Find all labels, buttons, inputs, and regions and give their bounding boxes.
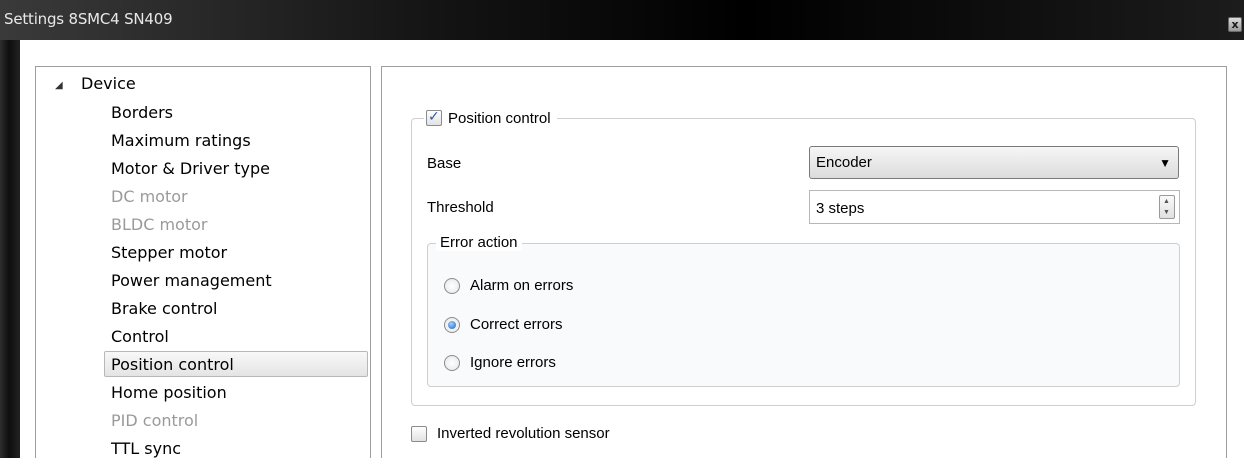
close-button[interactable]: x — [1228, 17, 1242, 32]
radio-ignore-errors[interactable]: Ignore errors — [444, 354, 556, 371]
window-frame-left — [0, 40, 20, 458]
error-action-title: Error action — [436, 234, 522, 251]
tree-item[interactable]: Motor & Driver type — [111, 159, 270, 179]
title-bar: Settings 8SMC4 SN409 x — [0, 0, 1244, 40]
radio-alarm-on-errors[interactable]: Alarm on errors — [444, 277, 573, 294]
threshold-label: Threshold — [427, 199, 494, 216]
inverted-revolution-sensor-checkbox[interactable] — [411, 425, 427, 442]
inverted-revolution-sensor-label: Inverted revolution sensor — [437, 425, 610, 442]
tree-collapse-arrow-icon[interactable]: ◢ — [55, 80, 63, 91]
tree-item-device[interactable]: Device — [81, 74, 136, 94]
radio-label: Correct errors — [470, 316, 563, 333]
check-mark-icon: ✓ — [428, 108, 440, 124]
radio-correct-errors[interactable]: Correct errors — [444, 316, 563, 333]
tree-item[interactable]: Stepper motor — [111, 243, 227, 263]
base-dropdown-value: Encoder — [816, 154, 872, 171]
tree-item[interactable]: Borders — [111, 103, 173, 123]
tree-item: PID control — [111, 411, 199, 430]
tree-item: DC motor — [111, 187, 188, 206]
threshold-value: 3 steps — [816, 200, 865, 217]
position-control-label: Position control — [448, 109, 551, 127]
spin-up-icon[interactable]: ▲ — [1163, 198, 1170, 205]
tree-item[interactable]: Position control — [111, 355, 234, 375]
radio-button[interactable] — [444, 277, 460, 294]
radio-button[interactable] — [444, 316, 460, 333]
tree-item[interactable]: TTL sync — [111, 439, 181, 458]
radio-button[interactable] — [444, 354, 460, 371]
position-control-checkbox[interactable]: ✓ — [426, 108, 442, 126]
base-dropdown[interactable]: Encoder ▼ — [809, 146, 1179, 179]
tree-item[interactable]: Home position — [111, 383, 227, 403]
threshold-spinbox[interactable]: 3 steps ▲ ▼ — [809, 190, 1180, 224]
window-content-area — [20, 40, 1244, 58]
tree-item[interactable]: Brake control — [111, 299, 217, 319]
tree-item[interactable]: Power management — [111, 271, 272, 291]
position-control-toggle[interactable]: ✓ Position control — [424, 106, 557, 130]
tree-item[interactable]: Maximum ratings — [111, 131, 251, 151]
settings-tree[interactable]: ◢ Device Borders Maximum ratings Motor & D… — [35, 66, 371, 458]
tree-item: BLDC motor — [111, 215, 208, 234]
radio-label: Alarm on errors — [470, 277, 574, 294]
dropdown-arrow-icon: ▼ — [1159, 156, 1171, 170]
base-label: Base — [427, 155, 462, 172]
window-title: Settings 8SMC4 SN409 — [4, 10, 173, 28]
radio-label: Ignore errors — [470, 354, 556, 371]
inverted-revolution-sensor-toggle[interactable]: Inverted revolution sensor — [411, 425, 610, 442]
spin-down-icon[interactable]: ▼ — [1163, 209, 1170, 216]
tree-item[interactable]: Control — [111, 327, 169, 347]
spin-buttons[interactable]: ▲ ▼ — [1159, 195, 1175, 219]
